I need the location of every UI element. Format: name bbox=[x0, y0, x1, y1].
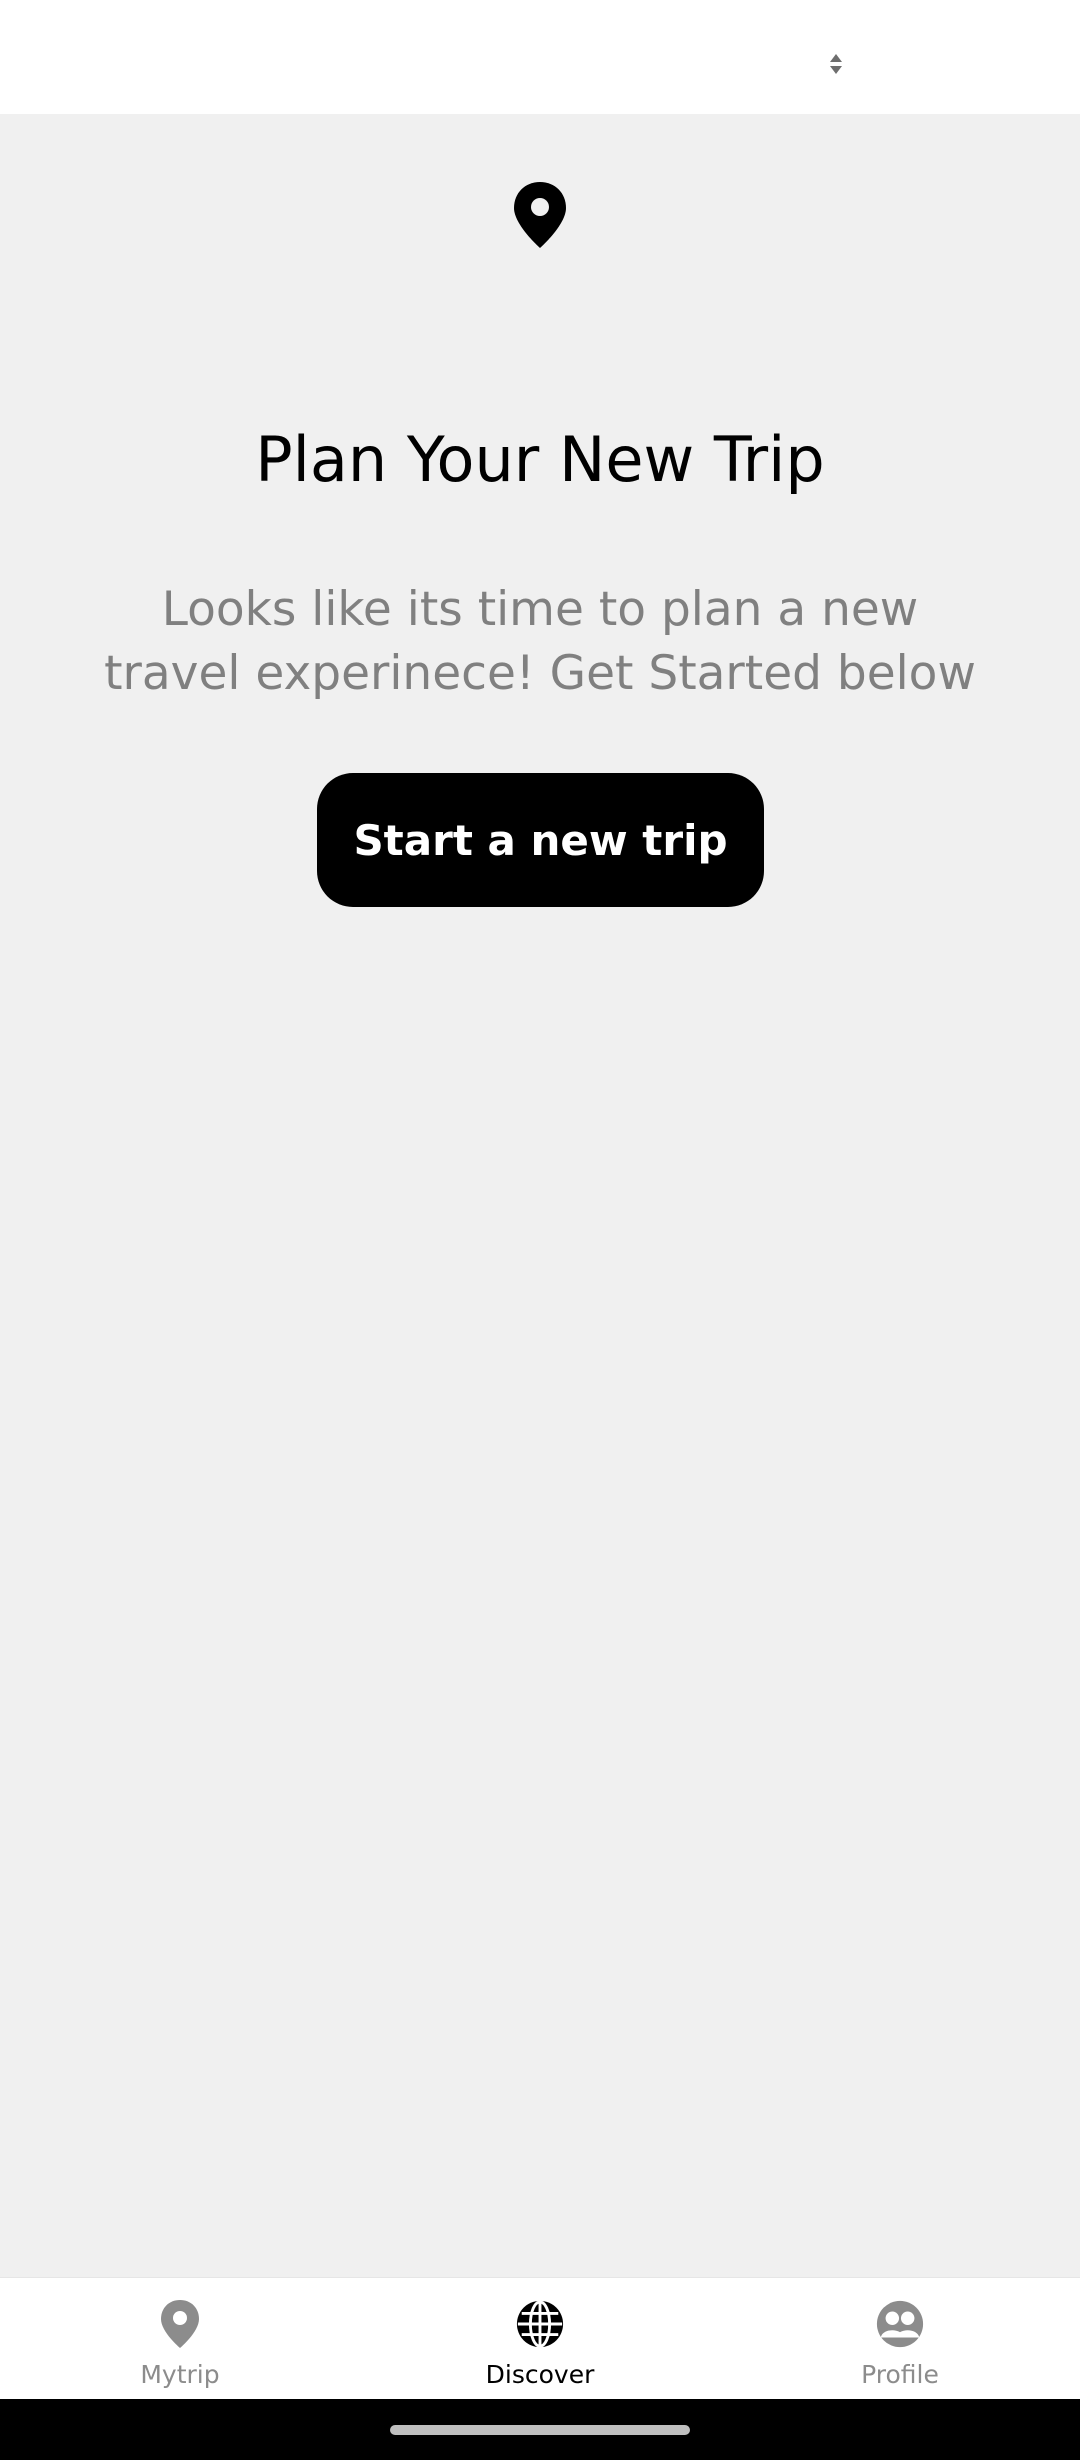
location-pin-icon bbox=[161, 2300, 199, 2348]
people-icon bbox=[876, 2300, 924, 2348]
sort-arrows-icon[interactable] bbox=[826, 52, 846, 76]
nav-label-profile: Profile bbox=[861, 2360, 939, 2389]
top-bar bbox=[0, 0, 1080, 114]
nav-label-mytrip: Mytrip bbox=[140, 2360, 220, 2389]
nav-item-discover[interactable]: Discover bbox=[360, 2278, 720, 2400]
globe-icon bbox=[516, 2300, 564, 2348]
page-title: Plan Your New Trip bbox=[255, 423, 825, 496]
nav-item-mytrip[interactable]: Mytrip bbox=[0, 2278, 360, 2400]
location-pin-icon bbox=[514, 182, 566, 248]
start-new-trip-button[interactable]: Start a new trip bbox=[317, 773, 764, 907]
empty-state-message: Looks like its time to plan a new travel… bbox=[104, 582, 976, 701]
system-navigation-bar bbox=[0, 2399, 1080, 2460]
nav-item-profile[interactable]: Profile bbox=[720, 2278, 1080, 2400]
nav-label-discover: Discover bbox=[485, 2360, 595, 2389]
home-indicator[interactable] bbox=[390, 2425, 690, 2435]
bottom-navigation: Mytrip Discover Profile bbox=[0, 2277, 1080, 2400]
